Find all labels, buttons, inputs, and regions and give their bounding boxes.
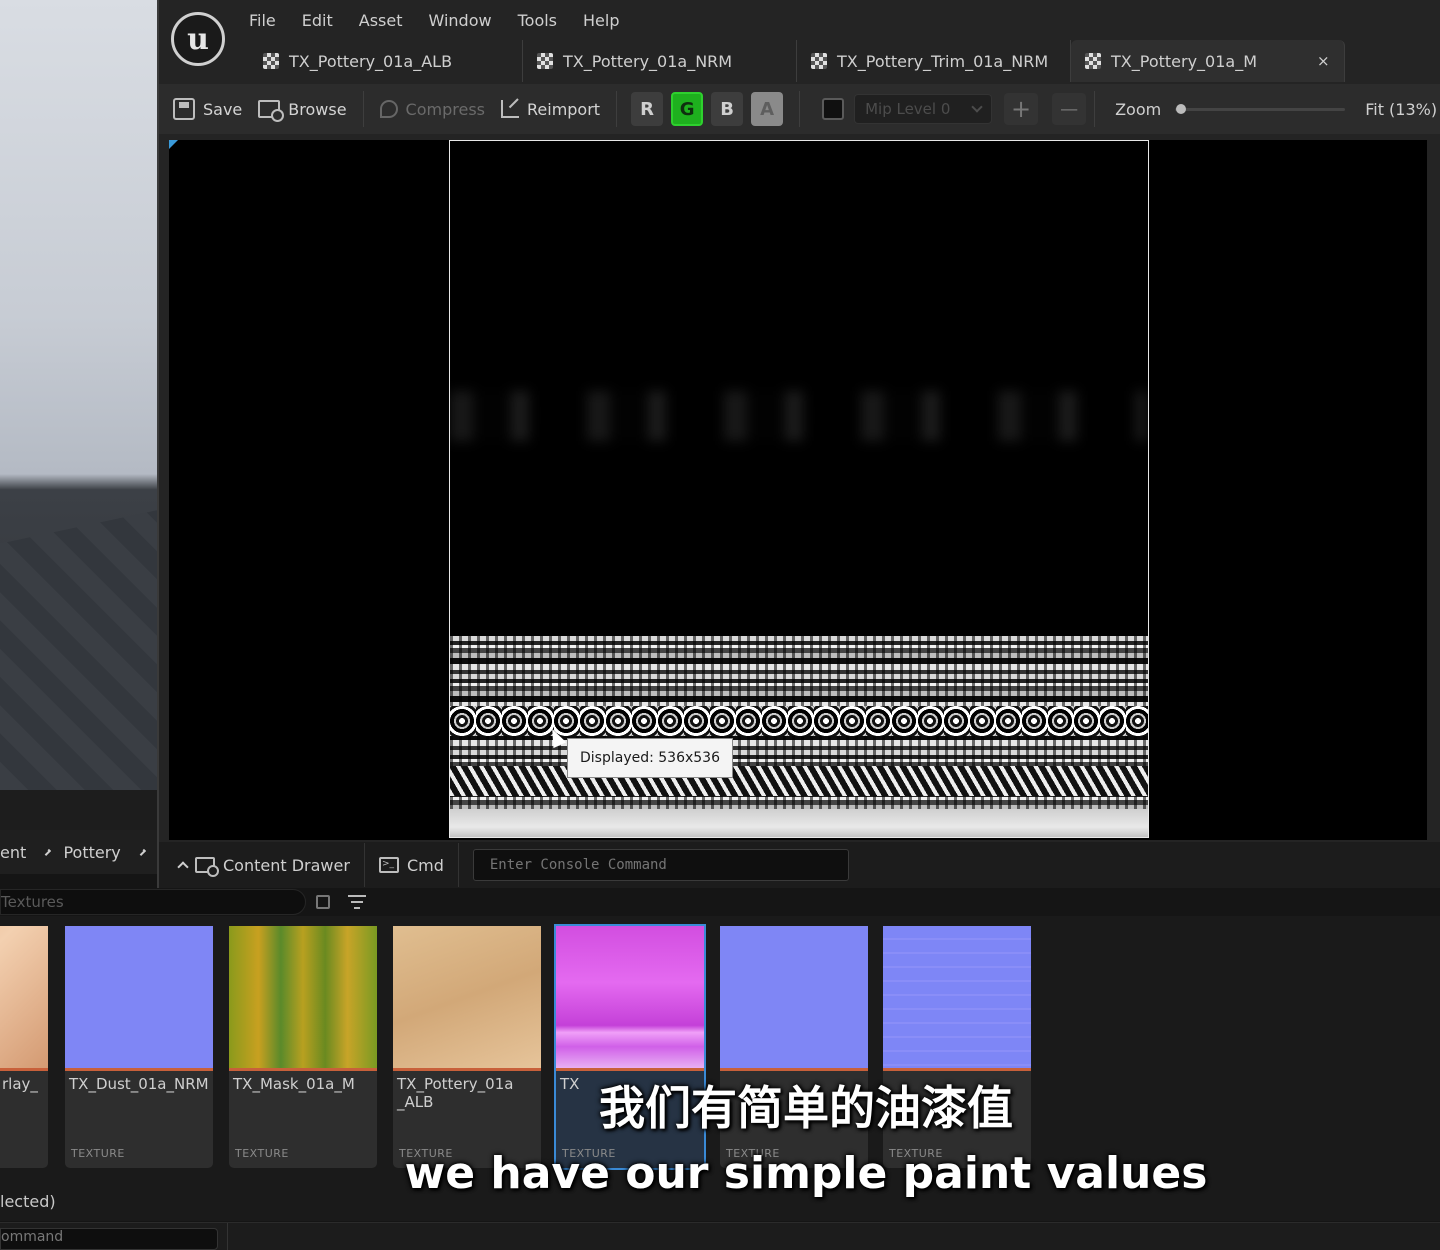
tab-pottery-alb[interactable]: TX_Pottery_01a_ALB (249, 40, 523, 82)
console-divider (227, 1223, 228, 1250)
texture-icon (811, 53, 827, 69)
cmd-button[interactable]: >_ Cmd (365, 843, 459, 887)
chevron-right-icon[interactable] (44, 848, 52, 856)
terminal-icon: >_ (378, 857, 399, 873)
reimport-icon (501, 100, 519, 118)
reimport-button[interactable]: Reimport (493, 89, 608, 129)
asset-thumbnail (556, 926, 704, 1071)
viewport-corner-marker (169, 140, 178, 149)
subtitle-chinese: 我们有简单的油漆值 (599, 1081, 1013, 1135)
screen: ent Pottery u File Edit Asset Window Too… (0, 0, 1440, 1250)
asset-thumbnail (883, 926, 1031, 1071)
asset-thumbnail (0, 926, 48, 1071)
tab-label: TX_Pottery_01a_NRM (563, 51, 733, 71)
browse-icon (258, 100, 285, 122)
main-console-input[interactable]: ommand (0, 1228, 218, 1250)
asset-thumbnail (720, 926, 868, 1071)
reimport-label: Reimport (527, 99, 601, 119)
texture-viewport[interactable]: Displayed: 536x536 (169, 140, 1427, 840)
compress-icon (379, 100, 398, 118)
tab-pottery-nrm[interactable]: TX_Pottery_01a_NRM (523, 40, 797, 82)
search-input[interactable]: Textures (0, 889, 306, 915)
editor-status-bar: Content Drawer >_ Cmd (159, 842, 1440, 888)
background-color-swatch[interactable] (822, 98, 845, 120)
cmd-label: Cmd (406, 855, 444, 875)
mip-level-dropdown[interactable]: Mip Level 0 (854, 94, 993, 124)
menu-asset[interactable]: Asset (349, 8, 419, 34)
content-drawer-label: Content Drawer (223, 855, 350, 875)
tab-pottery-trim-nrm[interactable]: TX_Pottery_Trim_01a_NRM (797, 40, 1071, 82)
tab-pottery-m[interactable]: TX_Pottery_01a_M × (1071, 40, 1345, 82)
toolbar-divider (799, 91, 801, 127)
menu-window[interactable]: Window (419, 8, 508, 34)
channel-r-toggle[interactable]: R (631, 92, 664, 126)
browse-button[interactable]: Browse (250, 89, 354, 129)
content-drawer-button[interactable]: Content Drawer (159, 843, 365, 887)
save-button[interactable]: Save (165, 89, 250, 129)
texture-bottom-band (450, 809, 1148, 837)
zoom-slider[interactable] (1175, 103, 1346, 114)
chevron-up-icon (177, 861, 189, 873)
save-icon (173, 98, 195, 120)
unreal-logo-icon[interactable]: u (171, 12, 225, 66)
tab-label: TX_Pottery_01a_ALB (289, 51, 453, 71)
chevron-right-icon[interactable] (138, 848, 146, 856)
menu-help[interactable]: Help (573, 8, 635, 34)
texture-icon (537, 53, 553, 69)
asset-thumbnail (393, 926, 541, 1071)
breadcrumb-item-pottery[interactable]: Pottery (63, 843, 128, 862)
content-browser-breadcrumb: ent Pottery (0, 830, 158, 874)
zoom-label: Zoom (1115, 99, 1162, 119)
breadcrumb-item-content[interactable]: ent (0, 843, 34, 862)
menu-bar: File Edit Asset Window Tools Help (239, 8, 636, 34)
asset-thumbnail (229, 926, 377, 1071)
filter-icon[interactable] (348, 895, 366, 909)
tab-label: TX_Pottery_01a_M (1111, 51, 1258, 71)
subtitle-english: we have our simple paint values (404, 1148, 1208, 1199)
menu-tools[interactable]: Tools (508, 8, 573, 34)
texture-icon (1085, 53, 1101, 69)
tab-label: TX_Pottery_Trim_01a_NRM (837, 51, 1049, 71)
menu-edit[interactable]: Edit (292, 8, 349, 34)
channel-b-toggle[interactable]: B (711, 92, 744, 126)
mip-decrease-button[interactable]: — (1052, 93, 1087, 125)
console-command-input[interactable] (472, 849, 849, 881)
texture-icon (263, 53, 279, 69)
content-browser-search-row: Textures (0, 888, 1440, 916)
mip-level-value: Mip Level 0 (865, 100, 951, 118)
close-icon[interactable]: × (1317, 52, 1330, 70)
toolbar-divider (616, 91, 618, 127)
displayed-size-tooltip: Displayed: 536x536 (567, 738, 733, 778)
mip-increase-button[interactable]: + (1004, 93, 1039, 125)
save-search-icon[interactable] (316, 895, 330, 909)
content-drawer-icon (195, 857, 219, 877)
chevron-down-icon (971, 101, 983, 113)
save-label: Save (203, 99, 243, 119)
toolbar-divider (362, 91, 364, 127)
texture-editor-window: u File Edit Asset Window Tools Help TX_P… (157, 0, 1440, 888)
zoom-fit-readout[interactable]: Fit (13%) (1365, 100, 1437, 119)
compress-label: Compress (405, 99, 485, 119)
compress-button[interactable]: Compress (372, 89, 493, 129)
main-console-bar: ommand (0, 1222, 1440, 1250)
zoom-slider-handle[interactable] (1176, 103, 1187, 114)
menu-file[interactable]: File (239, 8, 292, 34)
document-tabs: TX_Pottery_01a_ALB TX_Pottery_01a_NRM TX… (249, 40, 1345, 82)
asset-thumbnail (65, 926, 213, 1071)
editor-toolbar: Save Browse Compress Reimport R G B A Mi… (159, 84, 1440, 134)
level-viewport-footer (0, 790, 158, 830)
level-floor (0, 510, 158, 790)
channel-a-toggle[interactable]: A (751, 92, 784, 126)
texture-noise-band (450, 391, 1148, 441)
browse-label: Browse (288, 99, 347, 119)
toolbar-divider (1094, 91, 1096, 127)
channel-g-toggle[interactable]: G (671, 92, 704, 126)
